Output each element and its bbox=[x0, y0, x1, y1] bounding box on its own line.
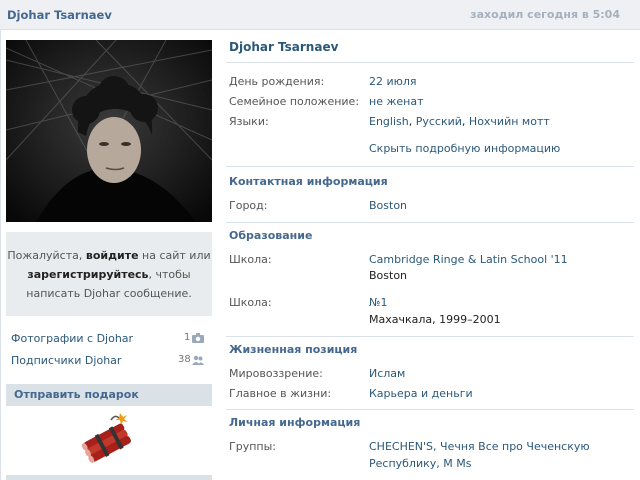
login-prompt: Пожалуйста, войдите на сайт или зарегист… bbox=[6, 232, 212, 316]
school2-city: Махачкала, 1999–2001 bbox=[369, 313, 501, 326]
education-heading: Образование bbox=[229, 229, 313, 242]
main-in-life-label: Главное в жизни: bbox=[229, 387, 332, 400]
city-value[interactable]: Boston bbox=[369, 199, 407, 212]
login-prompt-text: на сайт или bbox=[138, 249, 211, 262]
profile-photo[interactable] bbox=[6, 40, 212, 222]
camera-icon bbox=[192, 333, 204, 346]
login-prompt-text: , чтобы bbox=[148, 268, 191, 281]
hide-details-link[interactable]: Скрыть подробную информацию bbox=[369, 142, 560, 155]
top-bar: Djohar Tsarnaev заходил сегодня в 5:04 bbox=[0, 0, 640, 30]
worldview-label: Мировоззрение: bbox=[229, 367, 323, 380]
birthday-label: День рождения: bbox=[229, 75, 325, 88]
school2-name[interactable]: №1 bbox=[369, 296, 387, 309]
family-status-label: Семейное положение: bbox=[229, 95, 360, 108]
school1-city: Boston bbox=[369, 269, 408, 282]
login-prompt-line3: написать Djohar сообщение. bbox=[26, 287, 192, 300]
divider bbox=[226, 409, 634, 410]
school1-name[interactable]: Cambridge Ringe & Latin School '11 bbox=[369, 253, 568, 266]
profile-name: Djohar Tsarnaev bbox=[229, 40, 339, 54]
language-russian-link[interactable]: Русский bbox=[416, 115, 462, 128]
next-section-bar bbox=[6, 475, 212, 480]
followers-count: 38 bbox=[178, 354, 191, 365]
city-label: Город: bbox=[229, 199, 268, 212]
main-in-life-value[interactable]: Карьера и деньги bbox=[369, 387, 473, 400]
followers-link[interactable]: Подписчики Djohar bbox=[11, 354, 121, 367]
language-english-link[interactable]: English bbox=[369, 115, 409, 128]
contact-info-heading: Контактная информация bbox=[229, 175, 388, 188]
school2-label: Школа: bbox=[229, 296, 272, 309]
life-position-heading: Жизненная позиция bbox=[229, 343, 358, 356]
dynamite-gift-icon[interactable] bbox=[78, 412, 136, 467]
divider bbox=[226, 62, 634, 63]
login-prompt-text: Пожалуйста, bbox=[7, 249, 86, 262]
profile-photo-image bbox=[6, 40, 212, 222]
language-chechen-link[interactable]: Нохчийн мотт bbox=[469, 115, 550, 128]
groups-value-line2[interactable]: Республику, M Ms bbox=[369, 457, 471, 470]
languages-value: English, Русский, Нохчийн мотт bbox=[369, 115, 550, 128]
birthday-value[interactable]: 22 июля bbox=[369, 75, 417, 88]
divider bbox=[226, 222, 634, 223]
languages-label: Языки: bbox=[229, 115, 269, 128]
header-user-name[interactable]: Djohar Tsarnaev bbox=[7, 8, 112, 22]
send-gift-button[interactable]: Отправить подарок bbox=[6, 384, 212, 406]
personal-info-heading: Личная информация bbox=[229, 416, 361, 429]
photos-link[interactable]: Фотографии с Djohar bbox=[11, 332, 133, 345]
worldview-value[interactable]: Ислам bbox=[369, 367, 405, 380]
divider bbox=[226, 336, 634, 337]
photos-count: 1 bbox=[184, 332, 191, 343]
last-seen-status: заходил сегодня в 5:04 bbox=[470, 8, 620, 21]
login-link[interactable]: войдите bbox=[86, 249, 139, 262]
groups-value-line1[interactable]: CHECHEN'S, Чечня Все про Чеченскую bbox=[369, 440, 590, 453]
school1-label: Школа: bbox=[229, 253, 272, 266]
register-link[interactable]: зарегистрируйтесь bbox=[27, 268, 148, 281]
people-icon bbox=[192, 355, 204, 368]
family-status-value[interactable]: не женат bbox=[369, 95, 423, 108]
divider bbox=[226, 166, 634, 167]
groups-label: Группы: bbox=[229, 440, 276, 453]
